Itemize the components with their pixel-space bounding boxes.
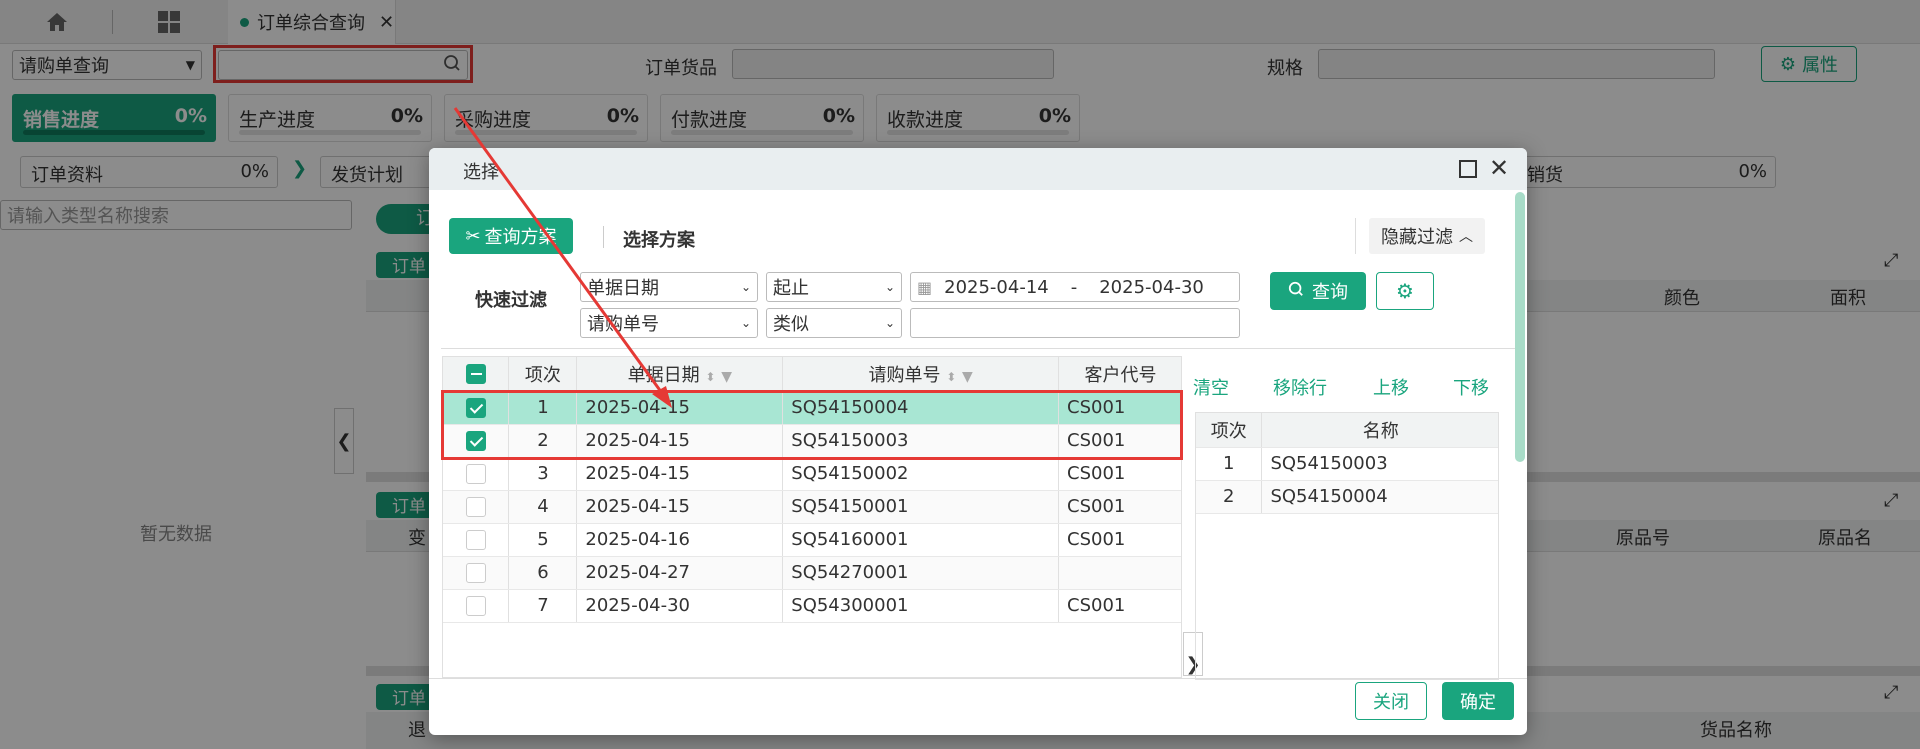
annotation-arrow bbox=[453, 107, 672, 408]
